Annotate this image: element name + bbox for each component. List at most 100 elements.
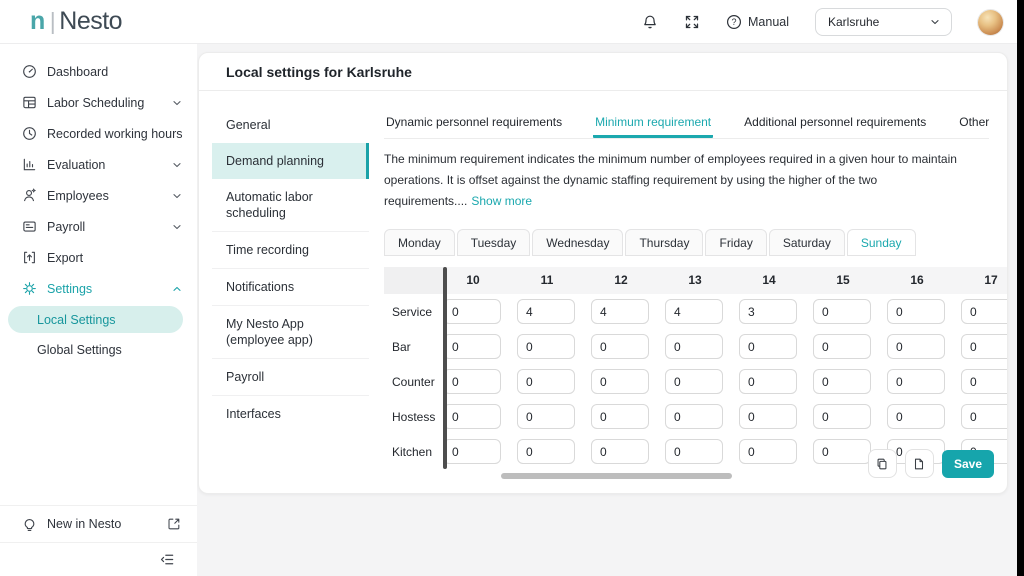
requirement-input[interactable] (961, 299, 1008, 324)
tab-minimum-requirement[interactable]: Minimum requirement (593, 111, 713, 138)
logo-mark: n (30, 7, 45, 35)
day-tab-sunday[interactable]: Sunday (847, 229, 916, 256)
horizontal-scrollbar[interactable] (501, 473, 732, 479)
requirement-input[interactable] (739, 334, 797, 359)
requirement-input[interactable] (739, 404, 797, 429)
table-row-counter: Counter (384, 364, 1008, 399)
requirement-input[interactable] (591, 369, 649, 394)
sidebar-item-employees[interactable]: Employees (0, 180, 197, 211)
requirement-input[interactable] (813, 439, 871, 464)
settings-nav-time-recording[interactable]: Time recording (212, 231, 369, 268)
copy-button[interactable] (868, 449, 897, 478)
user-avatar[interactable] (978, 10, 1003, 35)
requirement-input[interactable] (443, 439, 501, 464)
requirement-input[interactable] (591, 299, 649, 324)
requirement-input[interactable] (739, 369, 797, 394)
sidebar-subitem-local-settings[interactable]: Local Settings (8, 306, 183, 333)
requirement-input[interactable] (591, 334, 649, 359)
tab-dynamic-personnel-requirements[interactable]: Dynamic personnel requirements (384, 111, 564, 138)
hour-header: 16 (880, 267, 954, 294)
save-button[interactable]: Save (942, 450, 994, 478)
requirement-input[interactable] (443, 404, 501, 429)
requirement-input[interactable] (591, 439, 649, 464)
location-select[interactable]: Karlsruhe (815, 8, 952, 36)
requirement-input[interactable] (887, 334, 945, 359)
settings-nav-my-nesto-app[interactable]: My Nesto App (employee app) (212, 305, 369, 358)
frozen-column-divider (443, 267, 447, 469)
requirement-input[interactable] (665, 299, 723, 324)
bell-icon[interactable] (642, 14, 658, 30)
show-more-link[interactable]: Show more (471, 194, 532, 208)
requirement-input[interactable] (665, 334, 723, 359)
chevron-down-icon (171, 97, 183, 109)
requirement-input[interactable] (739, 439, 797, 464)
requirement-input[interactable] (665, 369, 723, 394)
settings-nav-demand-planning[interactable]: Demand planning (212, 143, 369, 179)
manual-link[interactable]: ? Manual (726, 14, 789, 30)
requirement-input[interactable] (517, 439, 575, 464)
requirement-tabs: Dynamic personnel requirements Minimum r… (384, 111, 989, 139)
tab-other[interactable]: Other (957, 111, 991, 138)
day-tab-friday[interactable]: Friday (705, 229, 766, 256)
requirement-input[interactable] (665, 439, 723, 464)
settings-nav-general[interactable]: General (212, 107, 369, 143)
requirement-input[interactable] (813, 404, 871, 429)
day-tab-thursday[interactable]: Thursday (625, 229, 703, 256)
requirement-input[interactable] (443, 299, 501, 324)
day-tab-saturday[interactable]: Saturday (769, 229, 845, 256)
requirement-input[interactable] (887, 299, 945, 324)
chevron-down-icon (171, 190, 183, 202)
day-tab-tuesday[interactable]: Tuesday (457, 229, 531, 256)
chevron-down-icon (929, 16, 941, 28)
requirement-input[interactable] (961, 404, 1008, 429)
sidebar: Dashboard Labor Scheduling Recorded work… (0, 44, 197, 576)
requirement-input[interactable] (813, 369, 871, 394)
settings-nav-notifications[interactable]: Notifications (212, 268, 369, 305)
export-icon (22, 250, 37, 265)
sidebar-item-payroll[interactable]: Payroll (0, 211, 197, 242)
nesto-logo[interactable]: n|Nesto (30, 7, 122, 36)
table-corner-cell (384, 267, 444, 294)
requirement-input[interactable] (443, 369, 501, 394)
collapse-sidebar-icon[interactable] (160, 552, 175, 567)
requirement-input[interactable] (813, 299, 871, 324)
gauge-icon (22, 64, 37, 79)
sidebar-item-evaluation[interactable]: Evaluation (0, 149, 197, 180)
fullscreen-icon[interactable] (684, 14, 700, 30)
sidebar-item-labor-scheduling[interactable]: Labor Scheduling (0, 87, 197, 118)
requirement-input[interactable] (813, 334, 871, 359)
settings-nav-payroll[interactable]: Payroll (212, 358, 369, 395)
sidebar-item-settings[interactable]: Settings (0, 273, 197, 304)
day-tab-monday[interactable]: Monday (384, 229, 455, 256)
row-label: Counter (384, 364, 444, 399)
lightbulb-icon (22, 517, 37, 532)
requirement-input[interactable] (517, 404, 575, 429)
sidebar-item-export[interactable]: Export (0, 242, 197, 273)
hour-header: 10 (436, 267, 510, 294)
requirement-input[interactable] (665, 404, 723, 429)
tab-additional-personnel-requirements[interactable]: Additional personnel requirements (742, 111, 928, 138)
requirement-input[interactable] (443, 334, 501, 359)
logo-divider: | (50, 8, 55, 34)
sidebar-item-dashboard[interactable]: Dashboard (0, 56, 197, 87)
requirement-input[interactable] (739, 299, 797, 324)
settings-nav-automatic-labor-scheduling[interactable]: Automatic labor scheduling (212, 179, 369, 231)
day-tab-wednesday[interactable]: Wednesday (532, 229, 623, 256)
requirement-input[interactable] (887, 404, 945, 429)
sidebar-item-recorded-working-hours[interactable]: Recorded working hours (0, 118, 197, 149)
settings-nav-interfaces[interactable]: Interfaces (212, 395, 369, 432)
hour-header: 17 (954, 267, 1008, 294)
sidebar-nav: Dashboard Labor Scheduling Recorded work… (0, 44, 197, 365)
sidebar-subitem-global-settings[interactable]: Global Settings (0, 335, 197, 365)
requirement-input[interactable] (961, 334, 1008, 359)
requirement-input[interactable] (517, 299, 575, 324)
paste-button[interactable] (905, 449, 934, 478)
person-icon (22, 188, 37, 203)
requirement-input[interactable] (517, 369, 575, 394)
requirement-input[interactable] (591, 404, 649, 429)
requirement-input[interactable] (961, 369, 1008, 394)
sidebar-item-label: Recorded working hours (47, 127, 183, 141)
requirement-input[interactable] (517, 334, 575, 359)
requirement-input[interactable] (887, 369, 945, 394)
new-in-nesto-link[interactable]: New in Nesto (0, 505, 197, 543)
